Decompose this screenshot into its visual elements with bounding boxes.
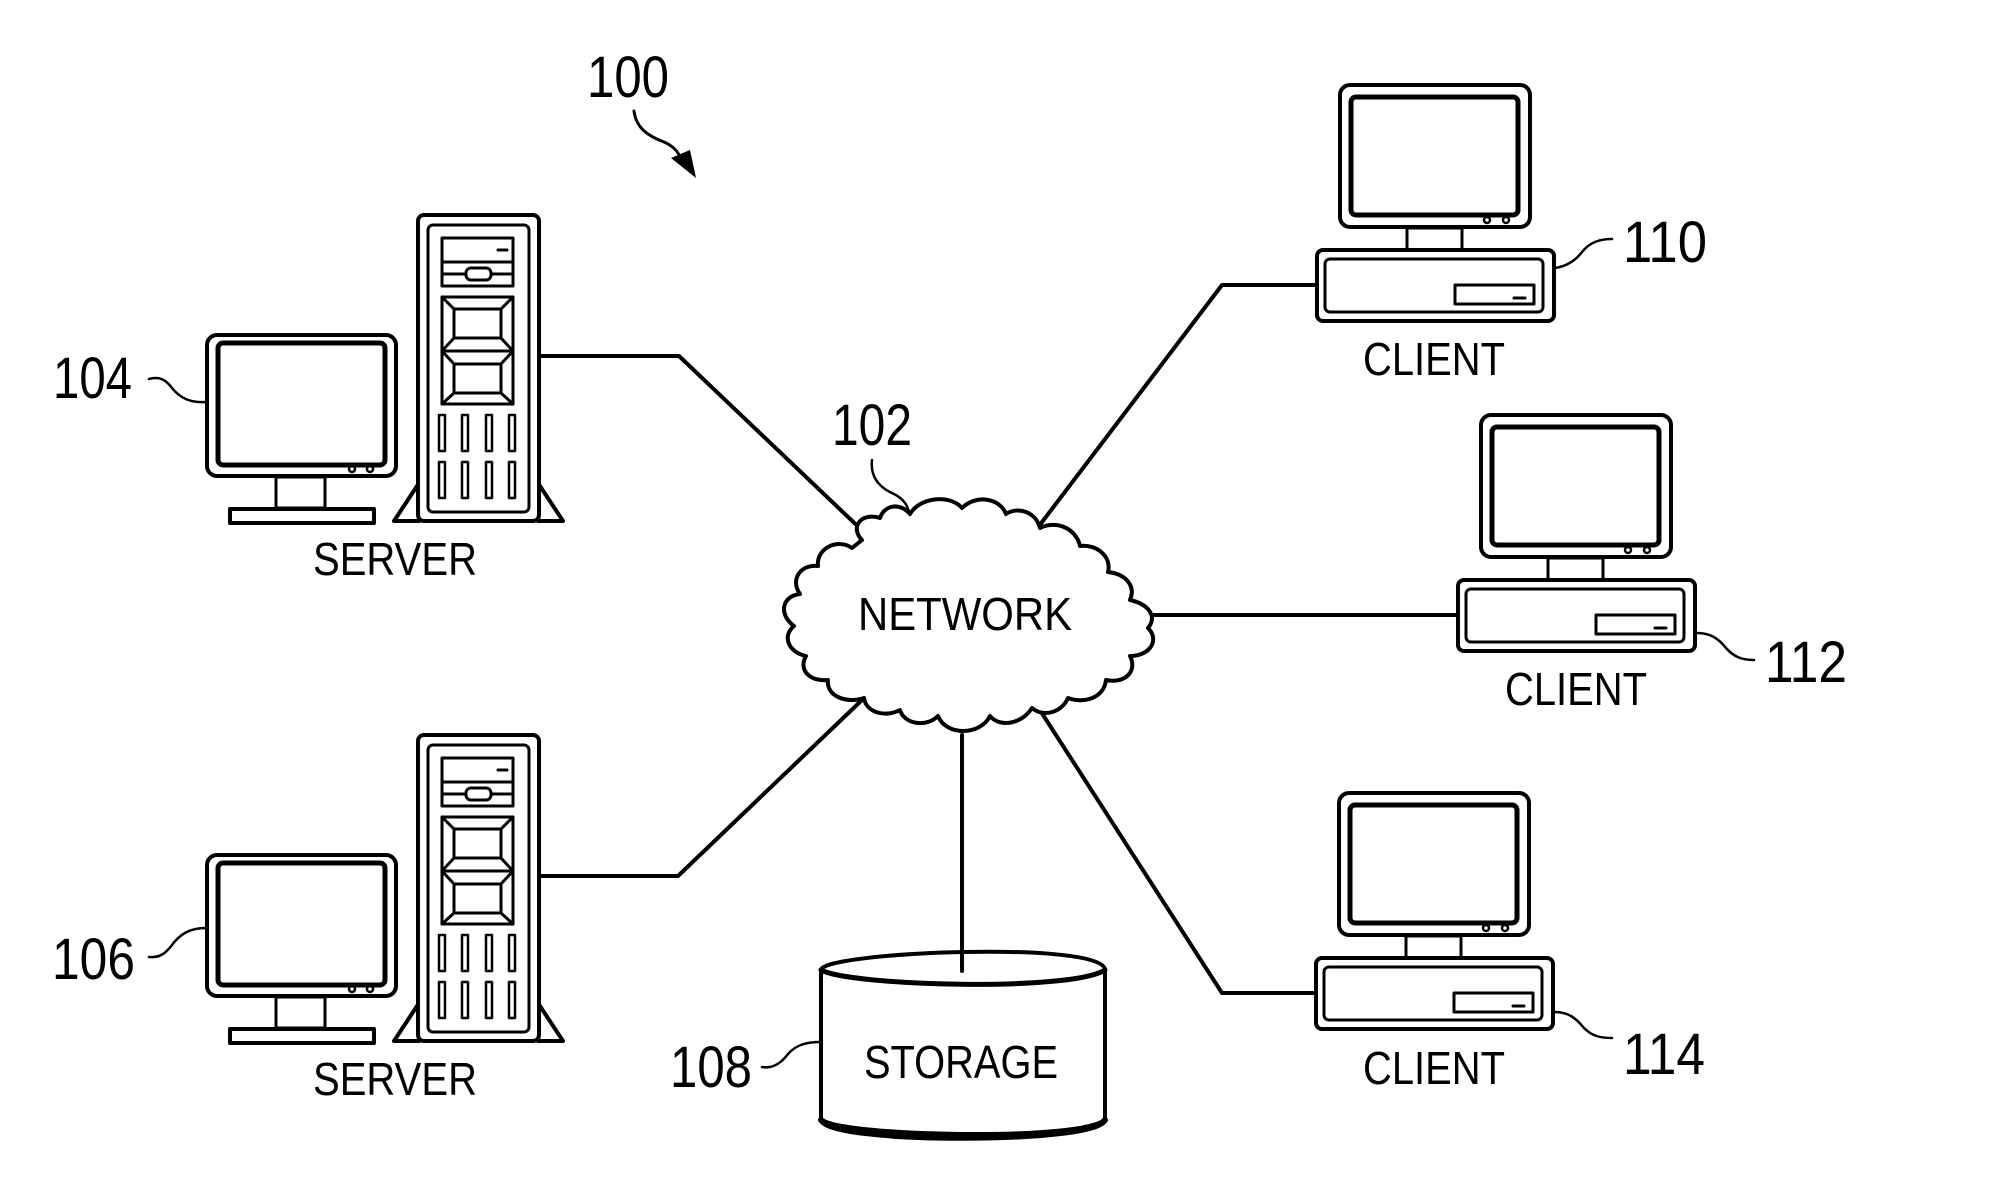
server-label: SERVER (313, 533, 477, 585)
storage-label: STORAGE (864, 1036, 1058, 1088)
figure-reference-label: 100 (587, 45, 669, 110)
server-icon (207, 215, 563, 523)
arrowhead-icon (671, 150, 696, 178)
client-label: CLIENT (1363, 1042, 1505, 1094)
server-104[interactable]: SERVER 104 (53, 215, 563, 585)
desktop-computer-icon (1316, 793, 1553, 1029)
network-label: NETWORK (858, 588, 1072, 640)
server-106[interactable]: SERVER 106 (52, 735, 563, 1105)
client-reference: 112 (1765, 630, 1847, 695)
client-label: CLIENT (1505, 663, 1647, 715)
desktop-computer-icon (1317, 85, 1554, 321)
server-reference: 104 (53, 346, 132, 411)
client-114[interactable]: CLIENT 114 (1316, 793, 1705, 1094)
client-label: CLIENT (1363, 333, 1505, 385)
client-110[interactable]: CLIENT 110 (1317, 85, 1707, 385)
network-reference: 102 (832, 393, 912, 458)
desktop-computer-icon (1458, 415, 1695, 651)
client-leader-line (1695, 631, 1756, 662)
curved-arrow-icon (632, 109, 684, 164)
storage-108[interactable]: STORAGE 108 (670, 933, 1108, 1141)
server-reference: 106 (52, 927, 135, 992)
storage-reference: 108 (670, 1035, 752, 1100)
client-leader-line (1553, 1010, 1614, 1040)
storage-leader-line (760, 1040, 823, 1069)
client-112[interactable]: CLIENT 112 (1458, 415, 1847, 715)
server-label: SERVER (313, 1053, 477, 1105)
figure-reference: 100 (587, 45, 696, 178)
server-leader-line (147, 926, 208, 959)
client-reference: 114 (1623, 1022, 1705, 1087)
link-client-114 (1034, 702, 1318, 995)
network-node[interactable]: NETWORK 102 (782, 393, 1156, 733)
link-server-106 (538, 698, 864, 878)
server-leader-line (147, 376, 208, 404)
client-leader-line (1553, 237, 1614, 270)
server-icon (207, 735, 563, 1043)
client-reference: 110 (1623, 210, 1707, 275)
network-diagram: 100 NETWORK 102 SERVER 104 SERVER 106 ST… (52, 45, 1847, 1141)
link-client-110 (1034, 283, 1319, 532)
link-server-104 (538, 354, 870, 538)
